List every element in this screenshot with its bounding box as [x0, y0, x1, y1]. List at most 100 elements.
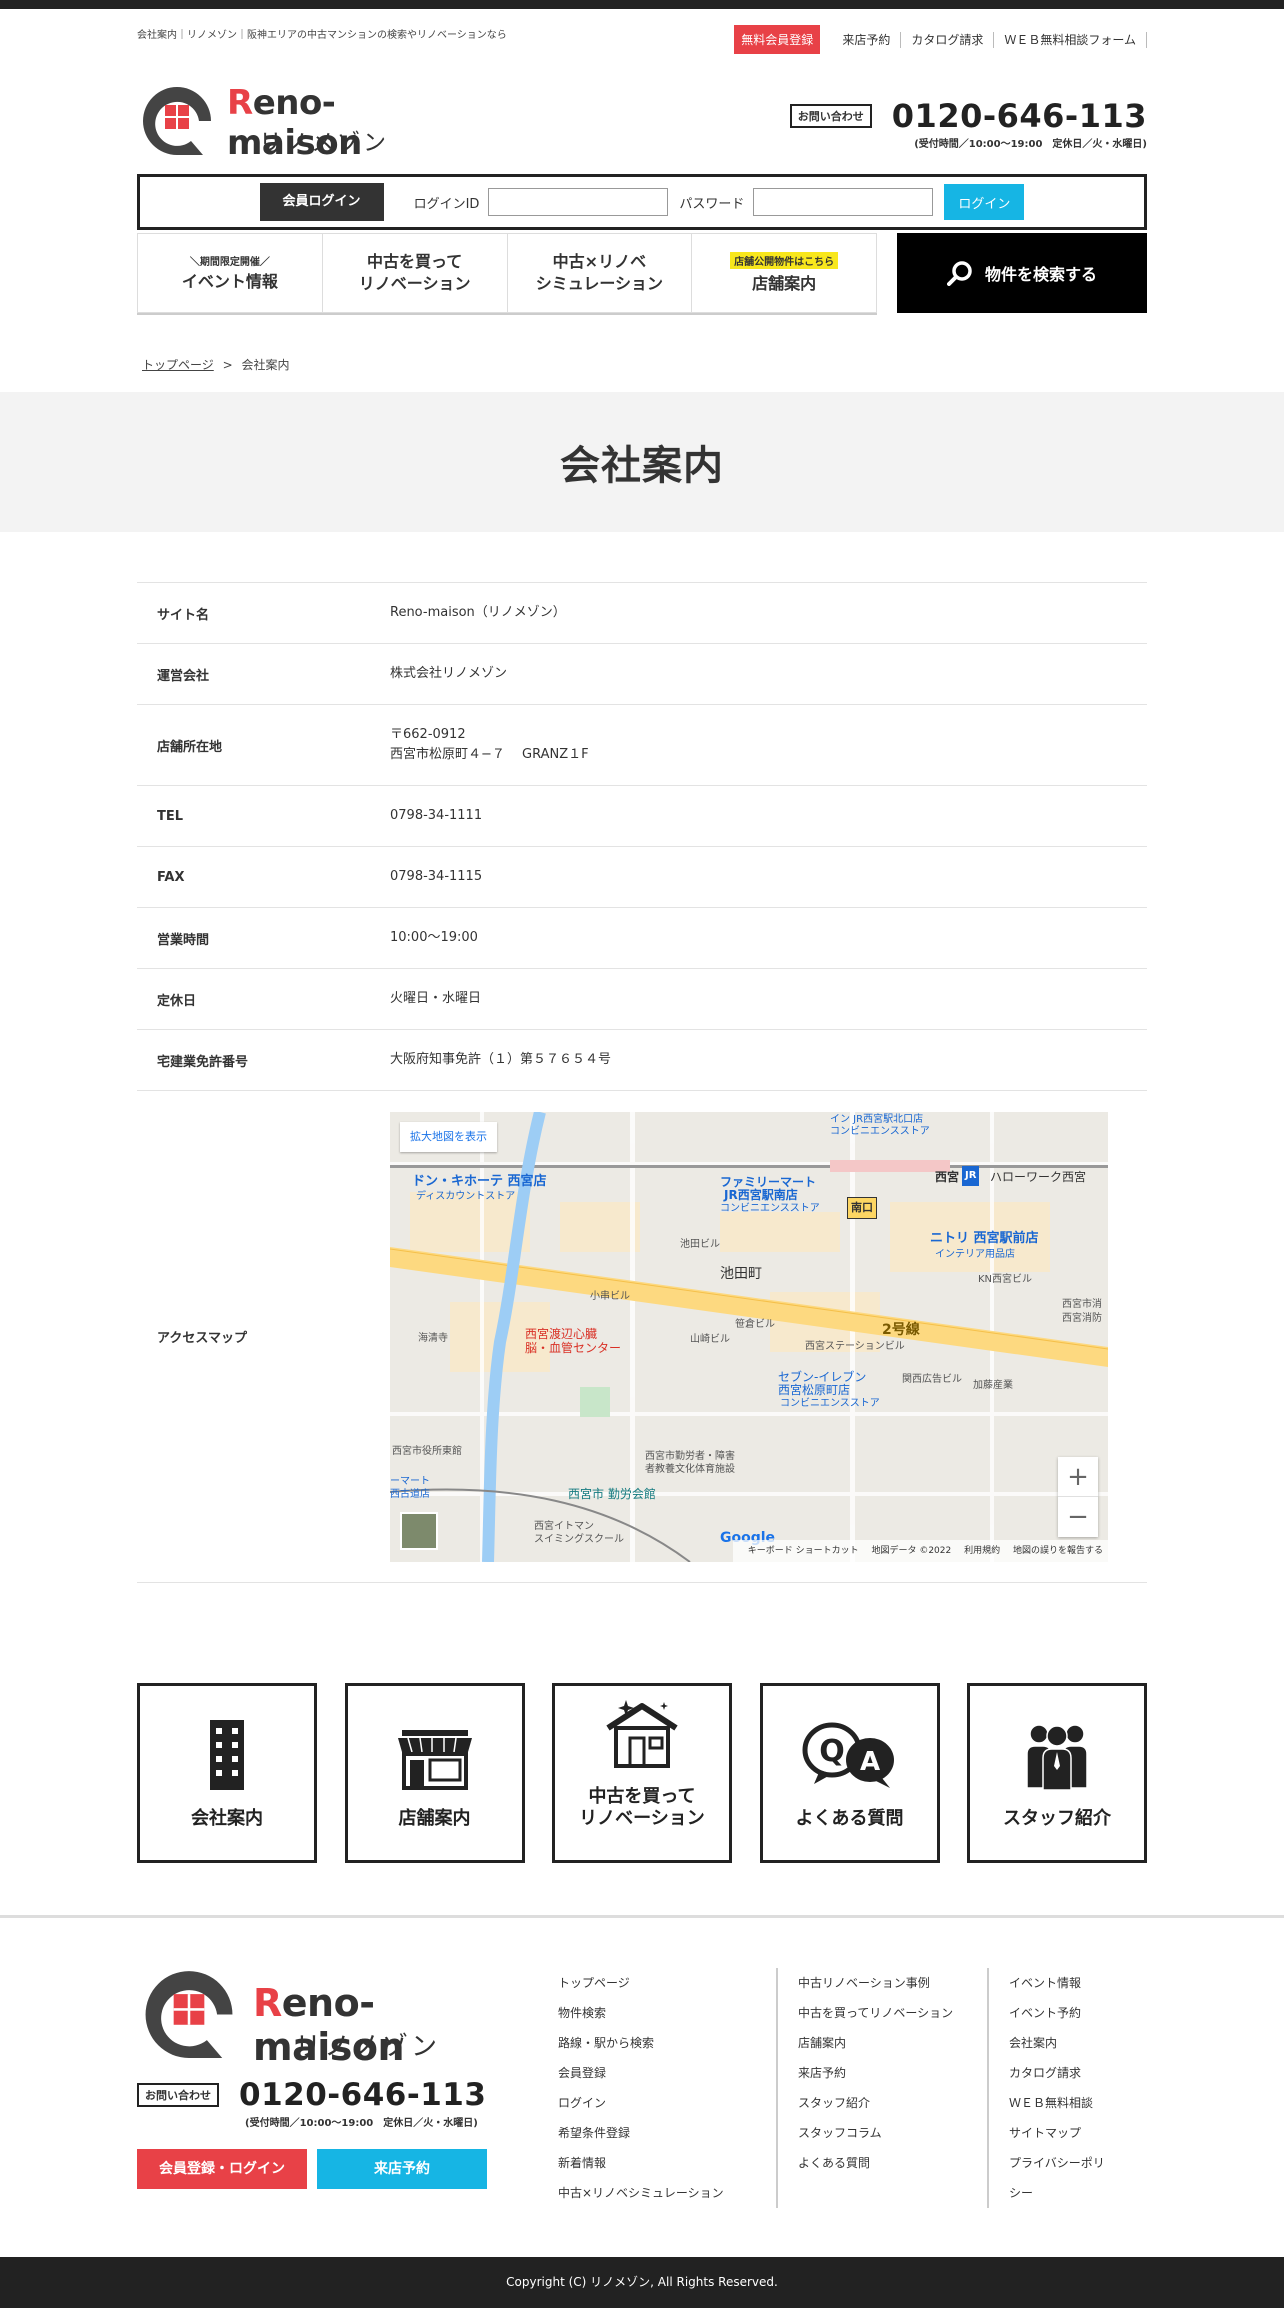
member-login-tag: 会員ログイン: [259, 183, 384, 221]
footer-link[interactable]: ログイン: [558, 2088, 743, 2118]
row-label: 営業時間: [157, 932, 210, 948]
footer: Reno-maison リノメゾン お問い合わせ 0120-646-113 (受…: [0, 1915, 1284, 2257]
login-id-input[interactable]: [488, 188, 669, 216]
row-label: TEL: [157, 808, 184, 824]
enlarge-map-button[interactable]: 拡大地図を表示: [400, 1121, 497, 1152]
row-value: 0798-34-1115: [390, 869, 483, 884]
table-row: 定休日 火曜日・水曜日: [137, 969, 1147, 1030]
breadcrumb-home-link[interactable]: トップページ: [142, 358, 214, 372]
staff-icon: [1026, 1724, 1088, 1790]
site-logo[interactable]: Reno-maison リノメゾン: [137, 83, 412, 163]
footer-link[interactable]: 中古を買ってリノベーション: [798, 1998, 954, 2028]
visit-reservation-link[interactable]: 来店予約: [832, 31, 902, 48]
footer-link[interactable]: 来店予約: [798, 2058, 954, 2088]
footer-links: トップページ 物件検索 路線・駅から検索 会員登録 ログイン 希望条件登録 新着…: [558, 1966, 1147, 2208]
nav-item-events[interactable]: ＼期間限定開催／ イベント情報: [138, 234, 323, 312]
zoom-in-button[interactable]: +: [1058, 1457, 1098, 1497]
footer-link[interactable]: 会社案内: [1009, 2028, 1114, 2058]
feature-label: 店舗案内: [398, 1808, 471, 1829]
password-input[interactable]: [753, 188, 934, 216]
satellite-toggle[interactable]: [400, 1511, 438, 1550]
feature-stores[interactable]: 店舗案内: [344, 1683, 525, 1863]
catalog-request-link[interactable]: カタログ請求: [901, 31, 995, 48]
address: 西宮市松原町４−７ GRANZ１F: [390, 747, 589, 762]
footer-brand: Reno-maison リノメゾン お問い合わせ 0120-646-113 (受…: [137, 1966, 558, 2208]
row-value: 0798-34-1111: [390, 808, 483, 823]
free-register-button[interactable]: 無料会員登録: [734, 25, 821, 54]
login-button[interactable]: ログイン: [944, 184, 1025, 220]
nav-events-label: イベント情報: [181, 272, 278, 291]
terms-link[interactable]: 利用規約: [964, 1546, 1000, 1556]
footer-link[interactable]: ＷＥＢ無料相談: [1009, 2088, 1114, 2118]
footer-link[interactable]: サイトマップ: [1009, 2118, 1114, 2148]
nav-stores-label: 店舗案内: [752, 273, 817, 293]
feature-company[interactable]: 会社案内: [137, 1683, 317, 1863]
copyright: Copyright (C) リノメゾン, All Rights Reserved…: [0, 2257, 1284, 2308]
row-label: アクセスマップ: [157, 1331, 247, 1346]
map-label: 西宮消防: [1062, 1312, 1102, 1324]
map-label: 加藤産業: [973, 1379, 1013, 1391]
footer-link[interactable]: 希望条件登録: [558, 2118, 743, 2148]
map-label: 西宮: [935, 1169, 960, 1184]
jr-badge: JR: [962, 1165, 980, 1186]
phone-number[interactable]: 0120-646-113: [892, 99, 1147, 133]
visit-reservation-button[interactable]: 来店予約: [317, 2149, 487, 2189]
header: 会社案内｜リノメゾン｜阪神エリアの中古マンションの検索やリノベーションなら 無料…: [137, 9, 1147, 392]
row-value: 〒662-0912 西宮市松原町４−７ GRANZ１F: [390, 725, 1147, 765]
table-row: TEL 0798-34-1111: [137, 786, 1147, 847]
logo-mark-icon: [143, 87, 211, 155]
search-icon: [946, 261, 972, 286]
map-label: 小串ビル: [590, 1290, 630, 1302]
map-label: 海清寺: [418, 1332, 448, 1344]
footer-link[interactable]: 会員登録: [558, 2058, 743, 2088]
nav-item-stores[interactable]: 店舗公開物件はこちら 店舗案内: [692, 234, 876, 312]
footer-link[interactable]: カタログ請求: [1009, 2058, 1114, 2088]
nav-simulation-line1: 中古×リノベ: [552, 252, 647, 271]
feature-staff[interactable]: スタッフ紹介: [967, 1683, 1147, 1863]
nav-item-simulation[interactable]: 中古×リノベ シミュレーション: [508, 234, 693, 312]
map-label: 西宮ステーションビル: [805, 1340, 905, 1352]
footer-link[interactable]: 物件検索: [558, 1998, 743, 2028]
logo-text-jp: リノメゾン: [259, 130, 389, 156]
row-label: 運営会社: [157, 668, 210, 684]
map-label: 脳・血管センター: [525, 1340, 622, 1355]
web-consultation-link[interactable]: ＷＥＢ無料相談フォーム: [994, 31, 1147, 48]
feature-label: 会社案内: [191, 1808, 263, 1829]
report-error-link[interactable]: 地図の誤りを報告する: [1013, 1546, 1103, 1556]
footer-phone-number[interactable]: 0120-646-113: [239, 2078, 486, 2112]
table-row: 店舗所在地 〒662-0912 西宮市松原町４−７ GRANZ１F: [137, 705, 1147, 786]
access-map[interactable]: 拡大地図を表示 ドン・キホーテ 西宮店 ディスカウントストア ファミリーマート …: [390, 1111, 1108, 1562]
member-register-login-button[interactable]: 会員登録・ログイン: [137, 2149, 307, 2189]
footer-link[interactable]: 路線・駅から検索: [558, 2028, 743, 2058]
footer-link[interactable]: 新着情報: [558, 2148, 743, 2178]
nav-items: ＼期間限定開催／ イベント情報 中古を買って リノベーション 中古×リノベ シミ…: [137, 233, 877, 313]
map-label: 関西広告ビル: [902, 1373, 962, 1385]
footer-link[interactable]: スタッフ紹介: [798, 2088, 954, 2118]
row-label: 宅建業免許番号: [157, 1054, 249, 1070]
footer-logo[interactable]: Reno-maison リノメゾン: [137, 1966, 487, 2069]
footer-link[interactable]: トップページ: [558, 1968, 743, 1998]
footer-link[interactable]: プライバシーポリシー: [1009, 2148, 1114, 2208]
footer-link[interactable]: 店舗案内: [798, 2028, 954, 2058]
footer-hours: (受付時間／10:00〜19:00 定休日／火・水曜日): [245, 2118, 478, 2129]
footer-link[interactable]: 中古リノベーション事例: [798, 1968, 954, 1998]
nav-buy-renovate-line1: 中古を買って: [367, 252, 463, 271]
map-label: コンビニエンスストア: [780, 1397, 880, 1409]
nav-item-buy-renovate[interactable]: 中古を買って リノベーション: [323, 234, 508, 312]
property-search-button[interactable]: 物件を検索する: [897, 233, 1147, 313]
footer-link[interactable]: イベント予約: [1009, 1998, 1114, 2028]
zoom-out-button[interactable]: −: [1058, 1497, 1098, 1537]
map-data-text: 地図データ ©2022: [871, 1545, 952, 1556]
footer-link[interactable]: よくある質問: [798, 2148, 954, 2178]
contact-label: お問い合わせ: [789, 104, 872, 128]
page-title: 会社案内: [560, 443, 724, 489]
footer-link[interactable]: イベント情報: [1009, 1968, 1114, 1998]
footer-link[interactable]: 中古×リノベシミュレーション: [558, 2178, 743, 2208]
keyboard-shortcuts-link[interactable]: キーボード ショートカット: [748, 1546, 859, 1556]
row-label: FAX: [157, 869, 185, 885]
logo-mark-icon: [145, 1971, 233, 2058]
feature-faq[interactable]: Q A よくある質問: [759, 1683, 940, 1863]
row-value: Reno-maison（リノメゾン）: [390, 605, 566, 620]
footer-link[interactable]: スタッフコラム: [798, 2118, 954, 2148]
feature-buy-renovate[interactable]: 中古を買って リノベーション: [552, 1683, 732, 1863]
